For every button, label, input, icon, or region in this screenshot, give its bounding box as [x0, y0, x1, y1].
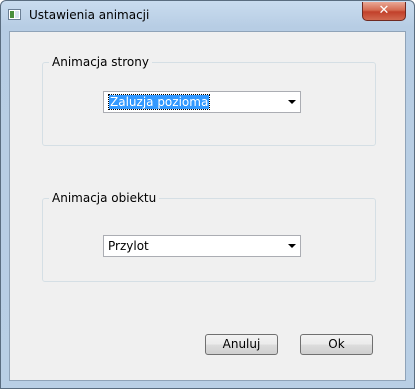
page-animation-selected-value: Żaluzja pozioma	[107, 94, 211, 110]
close-icon: ✕	[378, 3, 390, 18]
title-bar[interactable]: Ustawienia animacji ✕	[1, 1, 414, 29]
ok-button[interactable]: Ok	[300, 334, 373, 355]
object-animation-label: Animacja obiektu	[49, 191, 160, 205]
object-animation-group: Animacja obiektu Przylot	[42, 191, 376, 282]
page-animation-select[interactable]: Żaluzja pozioma	[103, 91, 301, 113]
dialog-window: Ustawienia animacji ✕ Animacja strony Ża…	[0, 0, 415, 389]
chevron-down-icon	[288, 244, 296, 248]
window-title: Ustawienia animacji	[29, 8, 150, 22]
page-animation-label: Animacja strony	[49, 55, 152, 69]
chevron-down-icon	[288, 100, 296, 104]
close-button[interactable]: ✕	[362, 2, 406, 21]
dialog-client-area: Animacja strony Żaluzja pozioma Animacja…	[9, 31, 406, 381]
object-animation-select[interactable]: Przylot	[103, 235, 301, 257]
app-window-icon	[8, 9, 21, 20]
object-animation-selected-value: Przylot	[108, 239, 149, 253]
page-animation-group: Animacja strony Żaluzja pozioma	[42, 55, 376, 146]
cancel-button[interactable]: Anuluj	[205, 334, 278, 355]
